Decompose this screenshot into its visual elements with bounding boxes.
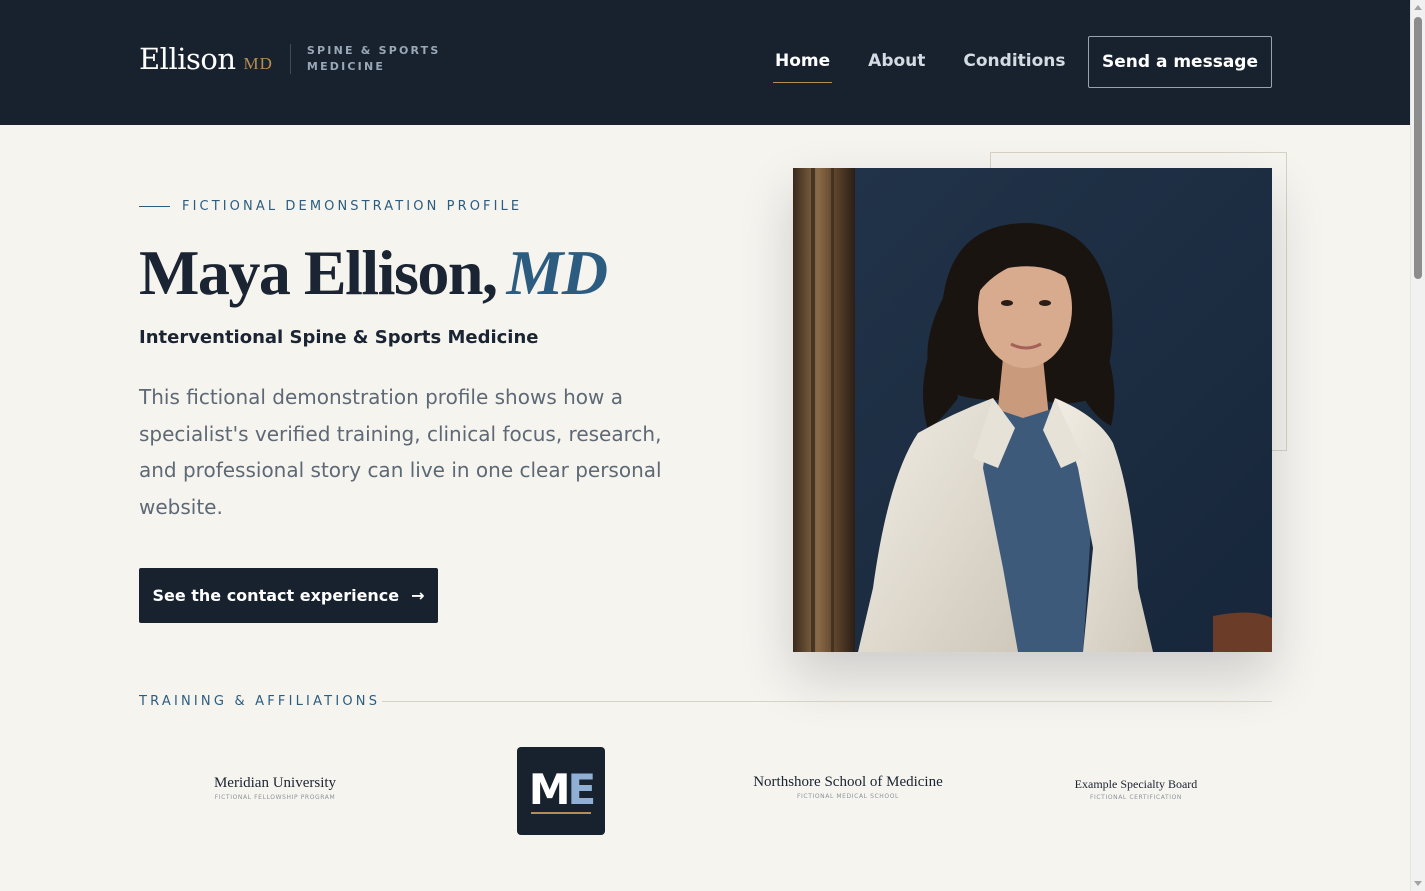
- send-message-button[interactable]: Send a message: [1088, 36, 1272, 88]
- arrow-right-icon: →: [411, 586, 425, 605]
- main-nav: Home About Conditions: [772, 51, 1104, 83]
- logo-name: Example Specialty Board: [1074, 777, 1198, 791]
- nav-home[interactable]: Home: [772, 51, 833, 83]
- hero-eyebrow: FICTIONAL DEMONSTRATION PROFILE: [139, 199, 522, 214]
- scroll-thumb[interactable]: [1414, 17, 1422, 279]
- monogram-letter-m: M: [528, 765, 571, 814]
- scroll-down-icon[interactable]: [1414, 881, 1422, 886]
- me-monogram-letters: ME: [517, 767, 605, 813]
- logo-name: Northshore School of Medicine: [753, 774, 943, 790]
- logo-specialty-board: Example Specialty Board FICTIONAL CERTIF…: [1066, 777, 1206, 801]
- scroll-up-icon[interactable]: [1414, 5, 1422, 10]
- doctor-name: Maya Ellison,: [139, 237, 498, 308]
- eyebrow-text: FICTIONAL DEMONSTRATION PROFILE: [182, 199, 523, 214]
- brand-name: Ellison: [139, 42, 236, 76]
- doctor-credential: MD: [506, 237, 608, 308]
- monogram-letter-e: E: [567, 765, 597, 814]
- logo-subtitle: FICTIONAL CERTIFICATION: [1089, 794, 1183, 801]
- logo-northshore-school: Northshore School of Medicine FICTIONAL …: [748, 774, 948, 800]
- nav-conditions[interactable]: Conditions: [963, 51, 1065, 81]
- hero-description: This fictional demonstration profile sho…: [139, 385, 662, 519]
- site-header: Ellison MD SPINE & SPORTS MEDICINE Home …: [0, 0, 1410, 125]
- logo-meridian-university: Meridian University FICTIONAL FELLOWSHIP…: [210, 775, 340, 801]
- brand-suffix: MD: [243, 54, 273, 73]
- logo-me-monogram: ME: [517, 747, 605, 835]
- logo-name: Meridian University: [213, 775, 337, 791]
- training-label: TRAINING & AFFILIATIONS: [139, 694, 381, 709]
- contact-experience-label: See the contact experience: [152, 586, 400, 605]
- logo-subtitle: FICTIONAL MEDICAL SCHOOL: [796, 793, 899, 800]
- brand-tagline: SPINE & SPORTS MEDICINE: [306, 44, 441, 73]
- monogram-underline: [531, 812, 591, 814]
- vertical-scrollbar[interactable]: [1410, 0, 1425, 891]
- doctor-portrait: [793, 168, 1272, 652]
- brand-divider: [289, 44, 291, 74]
- brand-logo[interactable]: Ellison MD SPINE & SPORTS MEDICINE: [139, 42, 447, 76]
- nav-about[interactable]: About: [868, 51, 925, 81]
- training-divider: [382, 701, 1272, 702]
- page-title: Maya Ellison, MD: [139, 236, 608, 310]
- doctor-specialty: Interventional Spine & Sports Medicine: [139, 327, 539, 348]
- eyebrow-line: [139, 206, 170, 207]
- contact-experience-button[interactable]: See the contact experience →: [139, 568, 438, 623]
- logo-subtitle: FICTIONAL FELLOWSHIP PROGRAM: [214, 794, 336, 801]
